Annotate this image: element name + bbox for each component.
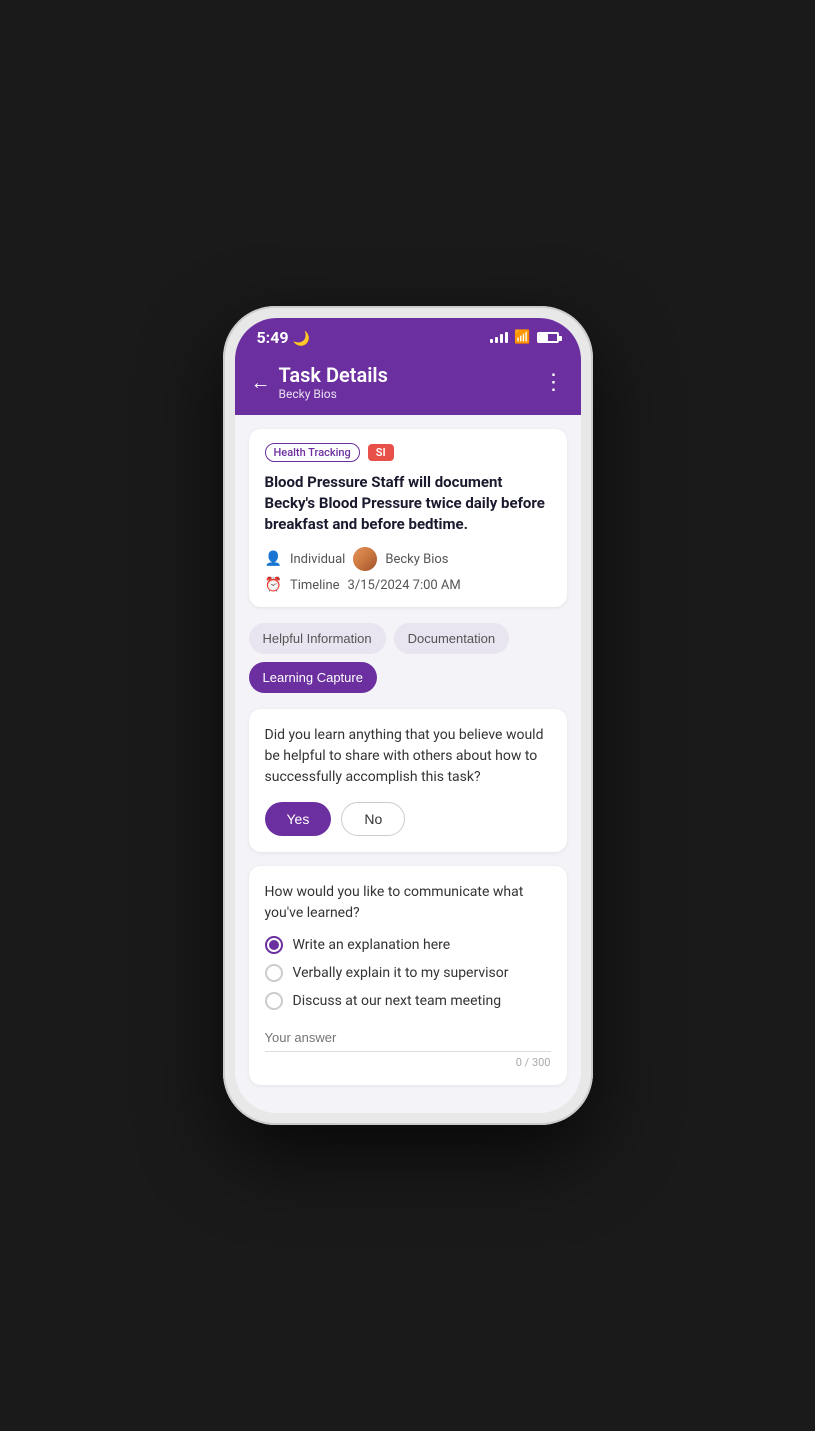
individual-icon: 👤 — [265, 551, 282, 567]
yes-no-row: Yes No — [265, 802, 551, 836]
clock-icon: ⏰ — [265, 577, 282, 593]
si-tag: SI — [368, 444, 394, 461]
timeline-label: Timeline — [290, 578, 340, 593]
signal-icon — [490, 332, 508, 343]
task-title: Blood Pressure Staff will document Becky… — [265, 472, 551, 535]
tab-documentation[interactable]: Documentation — [394, 623, 509, 654]
header-subtitle: Becky Bios — [279, 387, 388, 401]
task-tags: Health Tracking SI — [265, 443, 551, 462]
individual-label: Individual — [290, 552, 345, 567]
radio-group: Write an explanation here Verbally expla… — [265, 936, 551, 1010]
task-meta: 👤 Individual Becky Bios ⏰ Timeline 3/15/… — [265, 547, 551, 593]
person-name: Becky Bios — [385, 552, 448, 567]
answer-input[interactable] — [265, 1024, 551, 1052]
page-title: Task Details — [279, 363, 388, 387]
content-area: Health Tracking SI Blood Pressure Staff … — [235, 415, 581, 1113]
back-button[interactable]: ← — [251, 370, 271, 395]
radio-meeting-label: Discuss at our next team meeting — [293, 993, 502, 1009]
radio-write[interactable]: Write an explanation here — [265, 936, 551, 954]
radio-meeting[interactable]: Discuss at our next team meeting — [265, 992, 551, 1010]
radio-circle-write — [265, 936, 283, 954]
char-count: 0 / 300 — [265, 1056, 551, 1069]
task-card: Health Tracking SI Blood Pressure Staff … — [249, 429, 567, 607]
tab-learning-capture[interactable]: Learning Capture — [249, 662, 377, 693]
more-menu-button[interactable]: ⋮ — [543, 370, 565, 395]
tabs-row: Helpful Information Documentation Learni… — [249, 623, 567, 693]
tab-helpful-information[interactable]: Helpful Information — [249, 623, 386, 654]
radio-write-label: Write an explanation here — [293, 937, 451, 953]
status-icons: 📶 — [490, 330, 558, 345]
learning-question-text: Did you learn anything that you believe … — [265, 725, 551, 788]
timeline-value: 3/15/2024 7:00 AM — [348, 578, 461, 593]
radio-circle-verbal — [265, 964, 283, 982]
yes-button[interactable]: Yes — [265, 802, 332, 836]
no-button[interactable]: No — [341, 802, 405, 836]
app-header: ← Task Details Becky Bios ⋮ — [235, 355, 581, 415]
radio-verbal-label: Verbally explain it to my supervisor — [293, 965, 509, 981]
individual-row: 👤 Individual Becky Bios — [265, 547, 551, 571]
radio-verbal[interactable]: Verbally explain it to my supervisor — [265, 964, 551, 982]
status-bar: 5:49 🌙 📶 — [235, 318, 581, 355]
wifi-icon: 📶 — [514, 330, 530, 345]
moon-icon: 🌙 — [293, 331, 310, 347]
radio-circle-meeting — [265, 992, 283, 1010]
status-time: 5:49 🌙 — [257, 328, 310, 347]
communication-card: How would you like to communicate what y… — [249, 866, 567, 1085]
learning-question-card: Did you learn anything that you believe … — [249, 709, 567, 852]
timeline-row: ⏰ Timeline 3/15/2024 7:00 AM — [265, 577, 551, 593]
battery-icon — [537, 332, 559, 343]
communication-question: How would you like to communicate what y… — [265, 882, 551, 924]
avatar — [353, 547, 377, 571]
health-tracking-tag: Health Tracking — [265, 443, 360, 462]
